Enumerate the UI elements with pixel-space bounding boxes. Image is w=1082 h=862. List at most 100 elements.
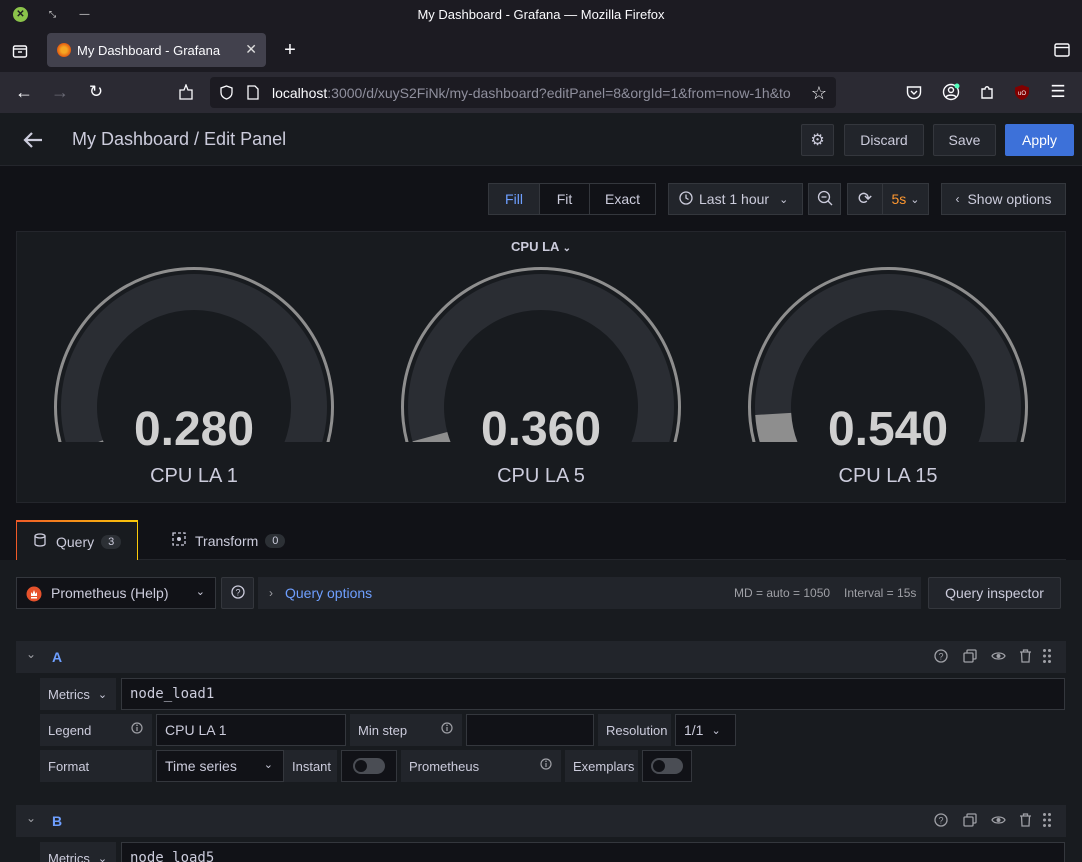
duplicate-icon[interactable] bbox=[963, 813, 977, 830]
url-text[interactable]: localhost:3000/d/xuyS2FiNk/my-dashboard?… bbox=[272, 85, 802, 101]
shield-icon[interactable] bbox=[218, 84, 234, 100]
chevron-down-icon: ⌄ bbox=[910, 193, 920, 206]
pocket-icon[interactable] bbox=[904, 82, 924, 102]
page-info-icon[interactable] bbox=[245, 84, 261, 100]
show-options-button[interactable]: ‹ Show options bbox=[941, 183, 1066, 215]
query-ref-id[interactable]: B bbox=[52, 813, 62, 829]
chevron-down-icon[interactable]: ⌄ bbox=[26, 811, 36, 825]
query-ref-id[interactable]: A bbox=[52, 649, 62, 665]
eye-icon[interactable] bbox=[991, 813, 1006, 830]
trash-icon[interactable] bbox=[1019, 649, 1032, 666]
legend-input[interactable]: CPU LA 1 bbox=[156, 714, 346, 746]
forward-icon[interactable]: → bbox=[50, 82, 70, 102]
back-arrow-icon[interactable] bbox=[22, 129, 44, 151]
instant-label: Instant bbox=[284, 750, 337, 782]
eye-icon[interactable] bbox=[991, 649, 1006, 666]
time-range-picker[interactable]: Last 1 hour ⌄ bbox=[668, 183, 803, 215]
hamburger-menu-icon[interactable]: ☰ bbox=[1048, 82, 1068, 102]
query-row-header-b[interactable]: ⌄ B ? bbox=[16, 805, 1066, 837]
panel-settings-button[interactable]: ⚙ bbox=[801, 124, 834, 156]
page-save-icon[interactable] bbox=[176, 82, 196, 102]
duplicate-icon[interactable] bbox=[963, 649, 977, 666]
toggle-switch[interactable] bbox=[353, 758, 385, 774]
drag-handle-icon[interactable] bbox=[1042, 648, 1052, 667]
window-titlebar: ✕ ⤡ — My Dashboard - Grafana — Mozilla F… bbox=[0, 0, 1082, 30]
chevron-down-icon[interactable]: ⌄ bbox=[26, 647, 36, 661]
browser-tab-grafana[interactable]: My Dashboard - Grafana ✕ bbox=[47, 33, 266, 67]
chevron-right-icon: › bbox=[269, 586, 273, 600]
query-row-header-a[interactable]: ⌄ A ? bbox=[16, 641, 1066, 673]
window-title: My Dashboard - Grafana — Mozilla Firefox bbox=[417, 7, 665, 22]
panel-title[interactable]: CPU LA ⌄ bbox=[17, 239, 1065, 254]
refresh-interval-value: 5s bbox=[891, 191, 907, 207]
help-circle-icon[interactable]: ? bbox=[934, 813, 948, 830]
query-inspector-button[interactable]: Query inspector bbox=[928, 577, 1061, 609]
save-button[interactable]: Save bbox=[933, 124, 996, 156]
back-icon[interactable]: ← bbox=[14, 82, 34, 102]
drag-handle-icon[interactable] bbox=[1042, 812, 1052, 831]
svg-text:uO: uO bbox=[1018, 91, 1026, 97]
chevron-down-icon: ⌄ bbox=[562, 243, 571, 254]
bookmark-star-icon[interactable]: ☆ bbox=[809, 83, 829, 103]
list-tabs-icon[interactable] bbox=[1052, 40, 1072, 60]
refresh-button[interactable]: ⟳ bbox=[847, 183, 883, 215]
tab-query[interactable]: Query 3 bbox=[16, 520, 138, 561]
database-icon bbox=[34, 533, 46, 550]
info-icon[interactable] bbox=[441, 722, 453, 737]
url-bar[interactable]: localhost:3000/d/xuyS2FiNk/my-dashboard?… bbox=[210, 77, 836, 108]
exemplars-toggle[interactable] bbox=[642, 750, 692, 782]
query-options-bar[interactable]: › Query options MD = auto = 1050 Interva… bbox=[258, 577, 921, 609]
svg-text:?: ? bbox=[235, 587, 240, 597]
toggle-switch[interactable] bbox=[651, 758, 683, 774]
metrics-browser-button[interactable]: Metrics ⌄ bbox=[40, 678, 116, 710]
extensions-icon[interactable] bbox=[977, 82, 997, 102]
metrics-browser-button[interactable]: Metrics ⌄ bbox=[40, 842, 116, 862]
tab-overview-icon[interactable] bbox=[10, 41, 30, 61]
chevron-down-icon: ⌄ bbox=[263, 759, 273, 771]
zoom-out-button[interactable] bbox=[808, 183, 841, 215]
tab-query-label: Query bbox=[56, 533, 95, 550]
promql-query-input[interactable]: node_load1 bbox=[121, 678, 1065, 710]
min-step-input[interactable] bbox=[466, 714, 594, 746]
help-circle-icon: ? bbox=[230, 584, 245, 602]
query-count-badge: 3 bbox=[101, 534, 122, 549]
discard-button[interactable]: Discard bbox=[844, 124, 924, 156]
promql-query-input[interactable]: node_load5 bbox=[121, 842, 1065, 862]
format-select[interactable]: Time series ⌄ bbox=[156, 750, 284, 782]
query-options-label[interactable]: Query options bbox=[285, 585, 372, 601]
datasource-picker[interactable]: Prometheus (Help) ⌄ bbox=[16, 577, 216, 609]
new-tab-icon[interactable]: + bbox=[280, 39, 300, 61]
close-tab-icon[interactable]: ✕ bbox=[245, 41, 257, 58]
editor-tabs: Query 3 Transform 0 bbox=[16, 520, 1066, 561]
resolution-label: Resolution bbox=[598, 714, 671, 746]
gauge-label: CPU LA 5 bbox=[497, 465, 585, 487]
query-editor: Prometheus (Help) ⌄ ? › Query options MD… bbox=[0, 560, 1082, 862]
transform-icon bbox=[172, 532, 186, 549]
view-mode-fit[interactable]: Fit bbox=[539, 183, 590, 215]
tab-bar: My Dashboard - Grafana ✕ + bbox=[0, 30, 1082, 72]
gauge-cpu-la-5: 0.360 CPU LA 5 bbox=[391, 262, 691, 502]
instant-toggle[interactable] bbox=[341, 750, 397, 782]
reload-icon[interactable]: ↻ bbox=[86, 82, 106, 102]
tab-transform[interactable]: Transform 0 bbox=[156, 520, 296, 561]
chevron-down-icon: ⌄ bbox=[97, 688, 108, 701]
refresh-interval-picker[interactable]: 5s ⌄ bbox=[882, 183, 929, 215]
ublock-origin-icon[interactable]: uO bbox=[1012, 82, 1032, 102]
chevron-down-icon: ⌄ bbox=[195, 586, 205, 598]
account-icon[interactable] bbox=[941, 82, 961, 102]
tab-transform-label: Transform bbox=[195, 532, 259, 549]
gauge-panel[interactable]: CPU LA ⌄ 0.280 CPU LA 1 0.360 CPU LA 5 0… bbox=[16, 231, 1066, 503]
info-icon[interactable] bbox=[131, 722, 143, 737]
view-mode-fill[interactable]: Fill bbox=[488, 183, 540, 215]
show-options-label: Show options bbox=[967, 191, 1052, 207]
apply-button[interactable]: Apply bbox=[1005, 124, 1074, 156]
trash-icon[interactable] bbox=[1019, 813, 1032, 830]
datasource-help-button[interactable]: ? bbox=[221, 577, 254, 609]
help-circle-icon[interactable]: ? bbox=[934, 649, 948, 666]
format-label: Format bbox=[40, 750, 152, 782]
resolution-select[interactable]: 1/1 ⌄ bbox=[675, 714, 736, 746]
exemplars-label: Exemplars bbox=[565, 750, 638, 782]
view-mode-exact[interactable]: Exact bbox=[589, 183, 656, 215]
gauge-value: 0.540 bbox=[827, 403, 949, 456]
info-icon[interactable] bbox=[540, 758, 552, 773]
